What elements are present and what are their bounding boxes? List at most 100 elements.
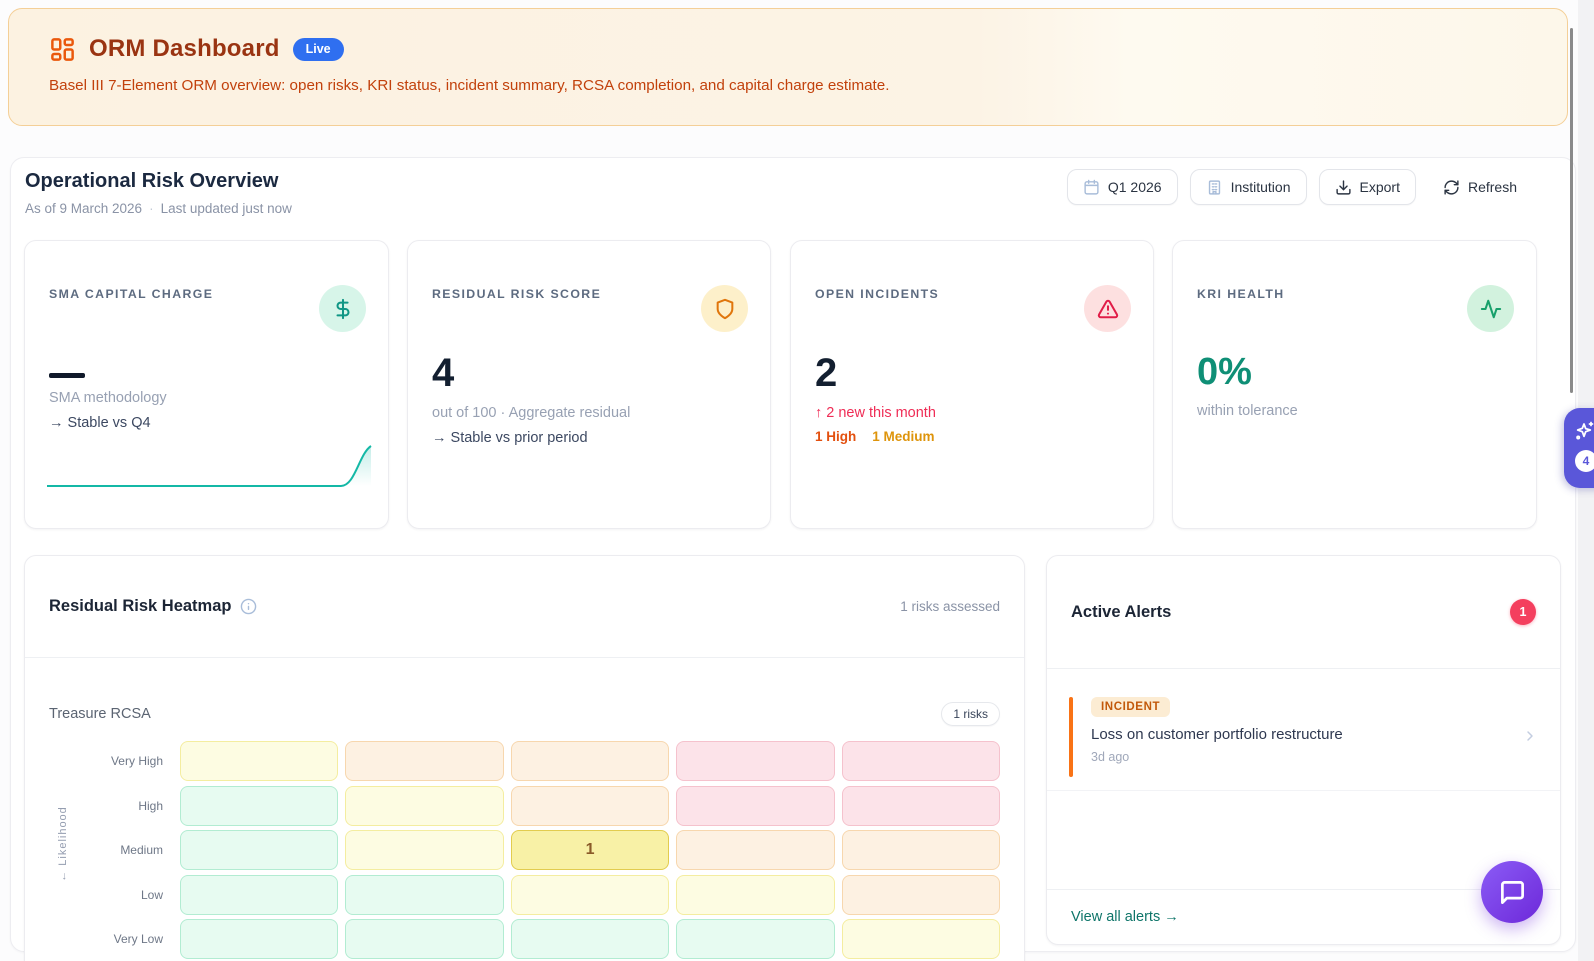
kpi-value: 4: [432, 353, 748, 393]
section-subtitle: As of 9 March 2026·Last updated just now: [25, 201, 292, 216]
residual-risk-heatmap-panel: Residual Risk Heatmap 1 risks assessed T…: [24, 555, 1025, 961]
dollar-sign-icon: [319, 285, 366, 332]
heatmap-cell[interactable]: [842, 919, 1000, 959]
heatmap-cell[interactable]: [511, 786, 669, 826]
dashboard-banner: ORM Dashboard Live Basel III 7-Element O…: [8, 8, 1568, 126]
medium-severity-count: 1 Medium: [872, 429, 934, 444]
heatmap-cell-highlighted[interactable]: 1: [511, 830, 669, 870]
heatmap-cell[interactable]: [180, 830, 338, 870]
chat-launcher-button[interactable]: [1481, 861, 1543, 923]
rcsa-group-risk-badge: 1 risks: [941, 702, 1000, 726]
kpi-card-residual-risk-score: RESIDUAL RISK SCORE 4 out of 100 · Aggre…: [407, 240, 771, 529]
scrollbar-thumb[interactable]: [1570, 28, 1573, 393]
alerts-title: Active Alerts: [1071, 603, 1171, 622]
kpi-new-this-month: ↑ 2 new this month: [815, 405, 1131, 421]
section-title: Operational Risk Overview: [25, 170, 278, 193]
kpi-value: 2: [815, 353, 1131, 393]
heatmap-cell[interactable]: [345, 830, 503, 870]
calendar-icon: [1083, 179, 1100, 196]
assistant-edge-widget[interactable]: 4: [1564, 408, 1594, 488]
kpi-card-kri-health: KRI HEALTH 0% within tolerance: [1172, 240, 1537, 529]
heatmap-cell[interactable]: [180, 919, 338, 959]
heatmap-cell[interactable]: [345, 741, 503, 781]
heatmap-row: Medium 1: [49, 830, 1000, 870]
alert-list-item[interactable]: INCIDENT Loss on customer portfolio rest…: [1047, 684, 1560, 791]
heatmap-grid: Very High High Medium 1 Low: [49, 741, 1000, 961]
chevron-right-icon: [1522, 728, 1538, 749]
row-label: High: [49, 786, 173, 826]
message-square-icon: [1499, 879, 1526, 906]
heatmap-cell[interactable]: [676, 786, 834, 826]
shield-icon: [701, 285, 748, 332]
heatmap-cell[interactable]: [345, 786, 503, 826]
kpi-sub: out of 100 · Aggregate residual: [432, 405, 748, 421]
heatmap-cell[interactable]: [180, 875, 338, 915]
kpi-trend: → Stable vs prior period: [432, 430, 748, 446]
kpi-label: KRI HEALTH: [1197, 287, 1514, 301]
kpi-severity-breakdown: 1 High 1 Medium: [815, 429, 1131, 444]
live-badge: Live: [293, 38, 344, 61]
kpi-card-sma-capital-charge: SMA CAPITAL CHARGE SMA methodology → Sta…: [24, 240, 389, 529]
kpi-sub: within tolerance: [1197, 403, 1514, 419]
alert-type-badge: INCIDENT: [1091, 697, 1170, 717]
heatmap-cell[interactable]: [511, 741, 669, 781]
as-of-date: As of 9 March 2026: [25, 201, 142, 216]
heatmap-cell[interactable]: [345, 919, 503, 959]
row-label: Very Low: [49, 919, 173, 959]
heatmap-row: Low: [49, 875, 1000, 915]
heatmap-cell[interactable]: [676, 919, 834, 959]
refresh-icon: [1443, 179, 1460, 196]
heatmap-cell[interactable]: [180, 741, 338, 781]
risks-assessed-count: 1 risks assessed: [900, 599, 1000, 614]
refresh-button[interactable]: Refresh: [1428, 169, 1532, 205]
heatmap-cell[interactable]: [676, 830, 834, 870]
rcsa-group-label: Treasure RCSA: [49, 706, 151, 722]
triangle-alert-icon: [1084, 285, 1131, 332]
kpi-value: 0%: [1197, 353, 1514, 391]
sparkline-chart: [45, 442, 373, 490]
heatmap-cell[interactable]: [511, 875, 669, 915]
heatmap-row: Very Low: [49, 919, 1000, 959]
row-label: Very High: [49, 741, 173, 781]
heatmap-row: Very High: [49, 741, 1000, 781]
kpi-value-dash: [49, 373, 85, 378]
high-severity-count: 1 High: [815, 429, 856, 444]
kpi-label: OPEN INCIDENTS: [815, 287, 1131, 301]
export-button[interactable]: Export: [1319, 169, 1416, 205]
heatmap-cell[interactable]: [345, 875, 503, 915]
last-updated: Last updated just now: [161, 201, 292, 216]
heatmap-cell[interactable]: [842, 786, 1000, 826]
building-icon: [1206, 179, 1223, 196]
heatmap-cell[interactable]: [511, 919, 669, 959]
row-label: Low: [49, 875, 173, 915]
view-all-alerts-link[interactable]: View all alerts →: [1071, 909, 1179, 925]
heatmap-cell[interactable]: [842, 741, 1000, 781]
heatmap-title: Residual Risk Heatmap: [49, 597, 231, 616]
alert-timestamp: 3d ago: [1091, 750, 1536, 764]
heatmap-cell[interactable]: [180, 786, 338, 826]
kpi-card-open-incidents: OPEN INCIDENTS 2 ↑ 2 new this month 1 Hi…: [790, 240, 1154, 529]
heatmap-cell[interactable]: [676, 875, 834, 915]
page-title: ORM Dashboard: [89, 35, 280, 63]
toolbar: Q1 2026 Institution Export Refresh: [1067, 169, 1532, 205]
kpi-label: RESIDUAL RISK SCORE: [432, 287, 748, 301]
info-icon[interactable]: [240, 598, 257, 615]
banner-description: Basel III 7-Element ORM overview: open r…: [49, 77, 1527, 94]
kpi-trend: → Stable vs Q4: [49, 415, 366, 431]
kpi-sub: SMA methodology: [49, 390, 366, 406]
period-filter-button[interactable]: Q1 2026: [1067, 169, 1178, 205]
alert-title: Loss on customer portfolio restructure: [1091, 726, 1536, 743]
assistant-notification-badge: 4: [1575, 450, 1594, 472]
heatmap-cell[interactable]: [842, 830, 1000, 870]
sparkles-icon: [1572, 420, 1594, 444]
download-icon: [1335, 179, 1352, 196]
institution-filter-button[interactable]: Institution: [1190, 169, 1307, 205]
heatmap-cell[interactable]: [676, 741, 834, 781]
heatmap-cell[interactable]: [842, 875, 1000, 915]
kpi-label: SMA CAPITAL CHARGE: [49, 287, 366, 301]
activity-icon: [1467, 285, 1514, 332]
alerts-count-badge: 1: [1510, 599, 1536, 625]
heatmap-row: High: [49, 786, 1000, 826]
row-label: Medium: [49, 830, 173, 870]
layout-dashboard-icon: [49, 36, 76, 63]
